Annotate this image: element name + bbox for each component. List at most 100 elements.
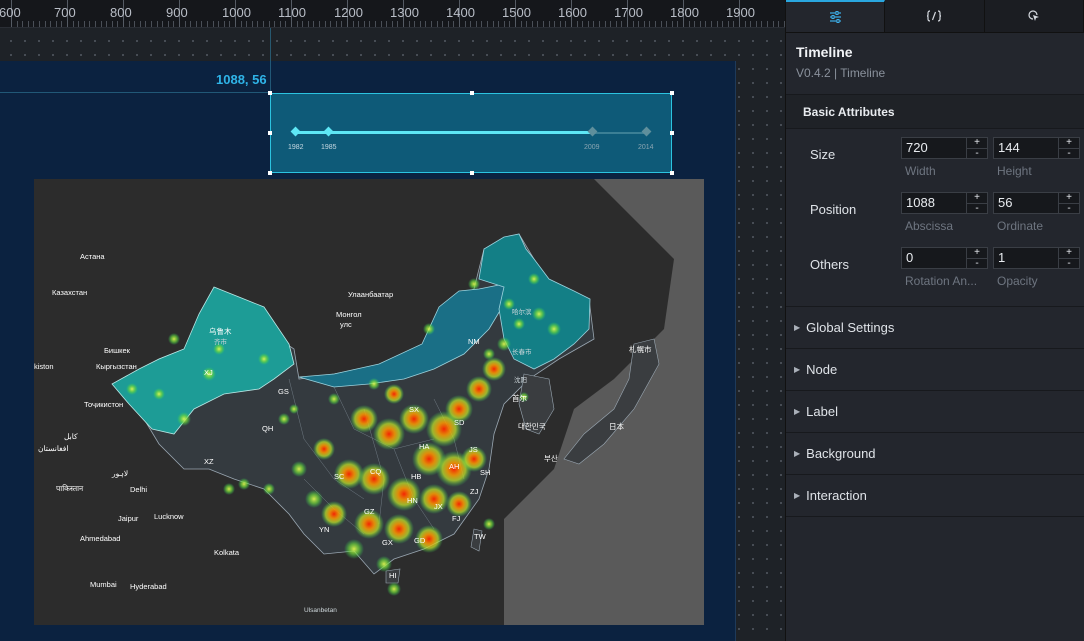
width-value[interactable]: 720 — [902, 138, 966, 158]
ruler-minor-tick — [279, 21, 281, 27]
component-header: Timeline V0.4.2 | Timeline — [786, 33, 1084, 95]
map-label: لاہور — [111, 469, 128, 478]
map-label: улс — [340, 320, 352, 329]
sliders-icon — [829, 11, 841, 23]
map-label: Delhi — [130, 485, 147, 494]
height-value[interactable]: 144 — [994, 138, 1058, 158]
ruler-minor-tick — [705, 21, 707, 27]
resize-handle-s[interactable] — [470, 171, 474, 175]
decrement-button[interactable]: - — [967, 149, 987, 159]
panel-tabs — [786, 0, 1084, 33]
map-label: Ulsanbetan — [304, 607, 337, 614]
timeline-label: 1985 — [321, 144, 337, 151]
ruler-minor-tick — [487, 21, 488, 27]
map-label: Kolkata — [214, 548, 240, 557]
ruler-minor-tick — [207, 21, 208, 27]
opacity-value[interactable]: 1 — [994, 248, 1058, 268]
heatmap-canvas: Астана Казахстан Улаанбаатар Монгол улс … — [34, 179, 704, 625]
ruler-minor-tick — [251, 21, 253, 27]
ruler-minor-tick — [436, 21, 438, 27]
resize-handle-nw[interactable] — [268, 91, 272, 95]
ruler-minor-tick — [27, 21, 29, 27]
rotation-input[interactable]: 0 + - — [901, 247, 988, 269]
map-label: TW — [474, 532, 487, 541]
map-label: AH — [449, 462, 459, 471]
ruler-tick-label: 1600 — [558, 5, 587, 20]
ruler-minor-tick — [492, 21, 494, 27]
ruler-minor-tick — [274, 21, 276, 27]
rotation-value[interactable]: 0 — [902, 248, 966, 268]
ruler-minor-tick — [391, 21, 393, 27]
map-label: کابل — [64, 432, 78, 441]
ruler-minor-tick — [335, 21, 337, 27]
y-value[interactable]: 56 — [994, 193, 1058, 213]
tab-config[interactable] — [786, 0, 886, 32]
ruler-minor-tick — [531, 21, 533, 27]
x-value[interactable]: 1088 — [902, 193, 966, 213]
caret-right-icon: ▶ — [794, 491, 801, 500]
width-input[interactable]: 720 + - — [901, 137, 988, 159]
ruler-minor-tick — [212, 21, 214, 27]
ruler-minor-tick — [559, 21, 561, 27]
opacity-stepper: + - — [1058, 248, 1079, 269]
resize-handle-n[interactable] — [470, 91, 474, 95]
map-label: Улаанбаатар — [348, 290, 393, 299]
resize-handle-w[interactable] — [268, 131, 272, 135]
ruler-tick-label: 1300 — [390, 5, 419, 20]
timeline-node-2009[interactable] — [587, 126, 598, 137]
ruler-minor-tick — [375, 21, 376, 27]
resize-handle-ne[interactable] — [670, 91, 674, 95]
timeline-widget[interactable]: 1982 1985 2009 2014 — [268, 91, 674, 175]
x-input[interactable]: 1088 + - — [901, 192, 988, 214]
rotation-stepper: + - — [966, 248, 987, 269]
ruler-minor-tick — [425, 21, 427, 27]
editor-canvas[interactable]: 600 700 800 900 1000 1100 1200 1300 1400 1500 1600… — [0, 0, 785, 641]
section-label: Node — [806, 362, 838, 377]
section-interaction[interactable]: ▶ Interaction — [786, 475, 1084, 517]
section-node[interactable]: ▶ Node — [786, 349, 1084, 391]
ruler-minor-tick — [475, 21, 477, 27]
decrement-button[interactable]: - — [1059, 259, 1079, 269]
map-label: SH — [480, 468, 490, 477]
ruler-minor-tick — [442, 21, 444, 27]
ruler-minor-tick — [218, 21, 220, 27]
ruler-minor-tick — [195, 21, 197, 27]
map-label: JS — [469, 445, 478, 454]
map-label: SC — [334, 472, 345, 481]
ruler-minor-tick — [565, 21, 567, 27]
position-row: Position 1088 + - Abscissa 56 + - Ordina… — [786, 188, 1084, 243]
map-label: JX — [434, 502, 443, 511]
section-global-settings[interactable]: ▶ Global Settings — [786, 307, 1084, 349]
decrement-button[interactable]: - — [967, 259, 987, 269]
ruler-minor-tick — [716, 21, 718, 27]
resize-handle-se[interactable] — [670, 171, 674, 175]
map-label: 首尔 — [512, 393, 527, 403]
ruler-minor-tick — [537, 21, 539, 27]
tab-interaction[interactable] — [985, 0, 1084, 32]
ruler-minor-tick — [604, 21, 606, 27]
decrement-button[interactable]: - — [1059, 204, 1079, 214]
ruler-tick-label: 1800 — [670, 5, 699, 20]
y-caption: Ordinate — [997, 219, 1044, 233]
resize-handle-sw[interactable] — [268, 171, 272, 175]
section-background[interactable]: ▶ Background — [786, 433, 1084, 475]
resize-handle-e[interactable] — [670, 131, 674, 135]
ruler-minor-tick — [503, 21, 505, 27]
tab-data[interactable] — [885, 0, 985, 32]
y-input[interactable]: 56 + - — [993, 192, 1080, 214]
decrement-button[interactable]: - — [967, 204, 987, 214]
height-input[interactable]: 144 + - — [993, 137, 1080, 159]
opacity-input[interactable]: 1 + - — [993, 247, 1080, 269]
ruler-minor-tick — [778, 21, 780, 27]
ruler-minor-tick — [733, 21, 735, 27]
ruler-minor-tick — [453, 21, 455, 27]
timeline-node-1982[interactable] — [290, 126, 301, 137]
ruler-minor-tick — [263, 21, 264, 27]
timeline-node-2014[interactable] — [641, 126, 652, 137]
section-label[interactable]: ▶ Label — [786, 391, 1084, 433]
size-row: Size 720 + - Width 144 + - Height — [786, 133, 1084, 188]
timeline-node-1985[interactable] — [323, 126, 334, 137]
ruler-minor-tick — [655, 21, 656, 27]
heatmap-widget[interactable]: Астана Казахстан Улаанбаатар Монгол улс … — [34, 179, 704, 625]
decrement-button[interactable]: - — [1059, 149, 1079, 159]
